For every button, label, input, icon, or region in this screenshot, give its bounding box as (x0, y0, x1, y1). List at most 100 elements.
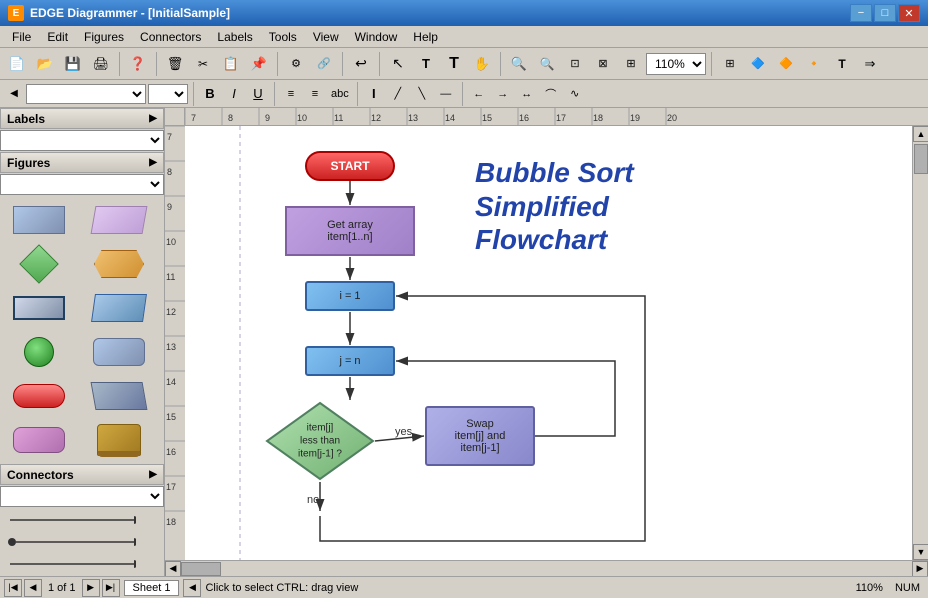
curve2-btn[interactable]: ∿ (564, 84, 586, 104)
bold-button[interactable]: B (199, 84, 221, 104)
shape-circle[interactable] (4, 332, 74, 372)
fontsize-up-button[interactable]: I (363, 84, 385, 104)
menu-labels[interactable]: Labels (209, 26, 260, 47)
getarray-shape[interactable]: Get array item[1..n] (285, 206, 415, 256)
vertical-scrollbar[interactable]: ▲ ▼ (912, 126, 928, 560)
nav-prev-button[interactable]: ◀ (24, 579, 42, 597)
font-select[interactable] (26, 84, 146, 104)
shape-para2[interactable] (84, 376, 154, 416)
new-button[interactable]: 📄 (4, 51, 30, 77)
textprop-button[interactable]: T (829, 51, 855, 77)
labprop-button[interactable]: 🔸 (801, 51, 827, 77)
zoomsel-button[interactable]: ⊞ (618, 51, 644, 77)
tab-scroll-button[interactable]: ◀ (183, 579, 201, 597)
shape-rounded2[interactable] (4, 420, 74, 460)
zoomout-button[interactable]: 🔍 (534, 51, 560, 77)
figprop-button[interactable]: 🔷 (745, 51, 771, 77)
menu-help[interactable]: Help (405, 26, 446, 47)
t2-btn1[interactable]: ◀ (4, 84, 24, 104)
zoompage-button[interactable]: ⊠ (590, 51, 616, 77)
figures-combo[interactable] (0, 174, 164, 195)
horizontal-scrollbar[interactable]: ◀ ▶ (165, 560, 928, 576)
scroll-track[interactable] (913, 142, 928, 544)
connector-arrow3[interactable] (6, 556, 136, 572)
shape-cylinder[interactable] (84, 420, 154, 460)
connprop-button[interactable]: 🔶 (773, 51, 799, 77)
nav-first-button[interactable]: |◀ (4, 579, 22, 597)
copy-button[interactable]: 📋 (218, 51, 244, 77)
menu-tools[interactable]: Tools (261, 26, 305, 47)
shape-pill[interactable] (4, 376, 74, 416)
swap-shape[interactable]: Swap item[j] and item[j-1] (425, 406, 535, 466)
hscroll-thumb[interactable] (181, 562, 221, 576)
menu-view[interactable]: View (305, 26, 347, 47)
i1-shape[interactable]: i = 1 (305, 281, 395, 311)
help-button[interactable]: ❓ (125, 51, 151, 77)
menu-window[interactable]: Window (347, 26, 406, 47)
connector-arrow1[interactable] (6, 512, 136, 528)
zoom-select[interactable]: 110% 100% 75% 50% 150% (646, 53, 706, 75)
underline-button[interactable]: U (247, 84, 269, 104)
maximize-button[interactable]: □ (874, 4, 896, 22)
shape-rect2[interactable] (4, 288, 74, 328)
align-left-button[interactable]: ≡ (280, 84, 302, 104)
arrow-left-btn[interactable]: ← (468, 84, 490, 104)
paste-button[interactable]: 📌 (246, 51, 272, 77)
textbig-button[interactable]: T (441, 51, 467, 77)
shape-para[interactable] (84, 200, 154, 240)
italic-button[interactable]: I (223, 84, 245, 104)
menu-connectors[interactable]: Connectors (132, 26, 209, 47)
shape-skew[interactable] (84, 288, 154, 328)
shape-roundedrect[interactable] (84, 332, 154, 372)
stroke3-btn[interactable]: — (435, 84, 457, 104)
select-button[interactable]: ↖ (385, 51, 411, 77)
figures-section-header[interactable]: Figures ▶ (0, 152, 164, 173)
stroke-btn[interactable]: ╱ (387, 84, 409, 104)
menu-edit[interactable]: Edit (39, 26, 76, 47)
zoomin-button[interactable]: 🔍 (506, 51, 532, 77)
size-select[interactable] (148, 84, 188, 104)
stroke2-btn[interactable]: ╲ (411, 84, 433, 104)
close-button[interactable]: ✕ (898, 4, 920, 22)
canvas[interactable]: Bubble Sort Simplified Flowchart START G… (185, 126, 912, 560)
scroll-down-button[interactable]: ▼ (913, 544, 928, 560)
shape-rect[interactable] (4, 200, 74, 240)
hscroll-left-button[interactable]: ◀ (165, 561, 181, 577)
canvas-scroll[interactable]: Bubble Sort Simplified Flowchart START G… (185, 126, 912, 560)
shape-hex[interactable] (84, 244, 154, 284)
save-button[interactable]: 💾 (60, 51, 86, 77)
start-shape[interactable]: START (305, 151, 395, 181)
scroll-thumb[interactable] (914, 144, 928, 174)
nav-next-button[interactable]: ▶ (82, 579, 100, 597)
pan-button[interactable]: ✋ (469, 51, 495, 77)
align-center-button[interactable]: ≡ (304, 84, 326, 104)
shape-diamond[interactable] (4, 244, 74, 284)
arrow-center-btn[interactable]: → (492, 84, 514, 104)
connlib-button[interactable]: 🔗 (311, 51, 337, 77)
hscroll-right-button[interactable]: ▶ (912, 561, 928, 577)
minimize-button[interactable]: − (850, 4, 872, 22)
undo-button[interactable]: ↩ (348, 51, 374, 77)
diamond-shape[interactable]: item[j] less than item[j-1] ? (265, 401, 375, 481)
arrow-right-btn[interactable]: ↔ (516, 84, 538, 104)
open-button[interactable]: 📂 (32, 51, 58, 77)
menu-figures[interactable]: Figures (76, 26, 132, 47)
cut-button[interactable]: ✂ (190, 51, 216, 77)
nav-last-button[interactable]: ▶| (102, 579, 120, 597)
delete-button[interactable]: 🗑 (162, 51, 188, 77)
connectors-section-header[interactable]: Connectors ▶ (0, 464, 164, 485)
sheet-tab[interactable]: Sheet 1 (124, 580, 180, 596)
connectors-combo[interactable] (0, 486, 164, 507)
hscroll-track[interactable] (181, 561, 912, 577)
curve1-btn[interactable]: ⌒ (540, 84, 562, 104)
jn-shape[interactable]: j = n (305, 346, 395, 376)
figlib-button[interactable]: ⚙ (283, 51, 309, 77)
text-button[interactable]: T (413, 51, 439, 77)
labels-section-header[interactable]: Labels ▶ (0, 108, 164, 129)
zoomfit-button[interactable]: ⊡ (562, 51, 588, 77)
menu-file[interactable]: File (4, 26, 39, 47)
arrowprop-button[interactable]: ⇒ (857, 51, 883, 77)
print-button[interactable]: 🖨 (88, 51, 114, 77)
scroll-up-button[interactable]: ▲ (913, 126, 928, 142)
grid-button[interactable]: ⊞ (717, 51, 743, 77)
